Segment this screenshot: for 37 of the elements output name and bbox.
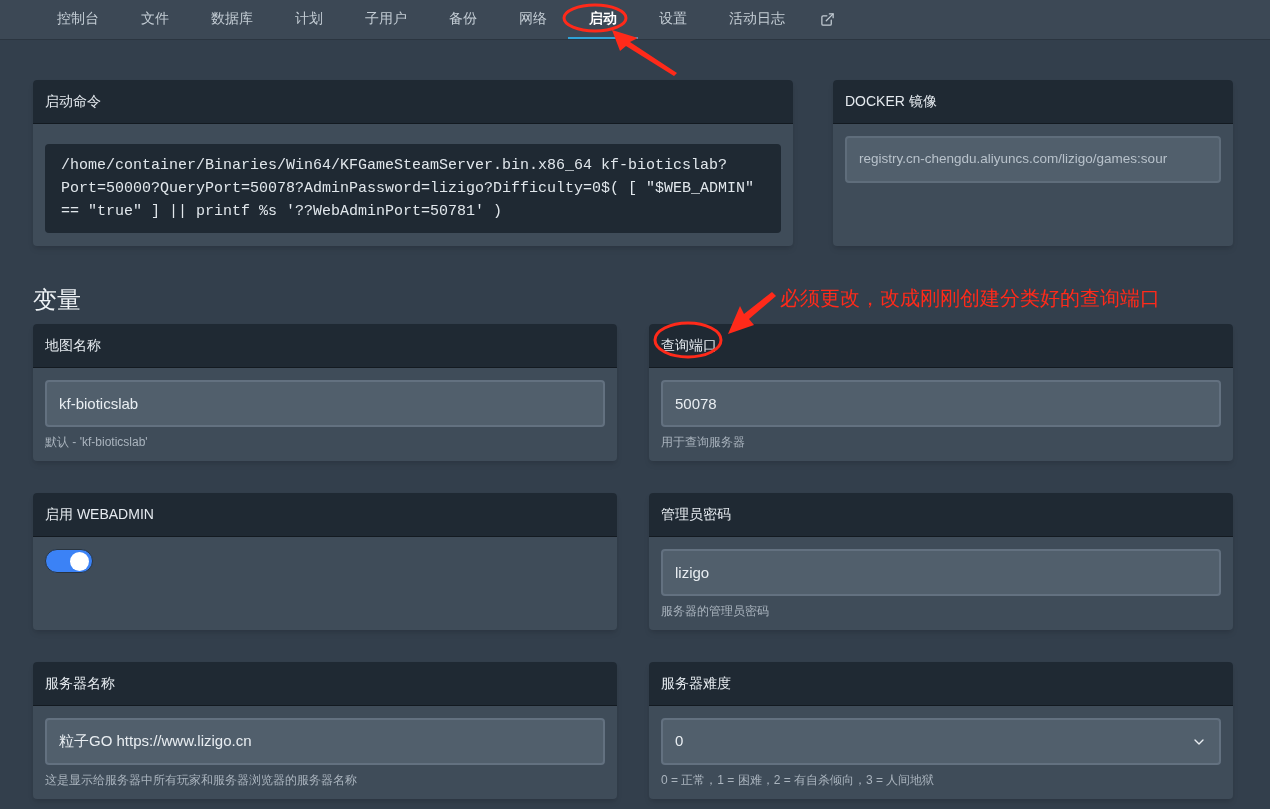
nav-tab[interactable]: 文件 — [120, 0, 190, 39]
help-text: 这是显示给服务器中所有玩家和服务器浏览器的服务器名称 — [45, 772, 358, 789]
annotation-ellipse — [653, 321, 723, 359]
annotation-arrow — [728, 292, 776, 334]
section-heading: 变量 — [33, 285, 81, 315]
annotation-text: 必须更改，改成刚刚创建分类好的查询端口 — [780, 286, 1160, 311]
help-text: 服务器的管理员密码 — [661, 603, 770, 620]
nav-tab[interactable]: 活动日志 — [708, 0, 806, 39]
help-text: 默认 - 'kf-bioticslab' — [45, 434, 149, 451]
card-title: DOCKER 镜像 — [845, 92, 937, 111]
card-title: 服务器名称 — [45, 674, 115, 693]
input-field[interactable]: lizigo — [661, 549, 1221, 596]
card-title: 启用 WEBADMIN — [45, 505, 154, 524]
card-title: 地图名称 — [45, 336, 101, 355]
nav-tab[interactable]: 备份 — [428, 0, 498, 39]
input-field[interactable]: kf-bioticslab — [45, 380, 605, 427]
nav-tab[interactable]: 网络 — [498, 0, 568, 39]
nav-tab[interactable]: 数据库 — [190, 0, 274, 39]
annotation-ellipse — [562, 3, 628, 33]
card-title: 启动命令 — [45, 92, 101, 111]
docker-image-field: registry.cn-chengdu.aliyuncs.com/lizigo/games:sour — [845, 136, 1221, 183]
nav-tab[interactable]: 设置 — [638, 0, 708, 39]
card-title: 服务器难度 — [661, 674, 731, 693]
input-field[interactable]: 50078 — [661, 380, 1221, 427]
nav-tab[interactable]: 控制台 — [36, 0, 120, 39]
nav-tab[interactable]: 计划 — [274, 0, 344, 39]
annotation-arrow — [612, 30, 677, 76]
external-link-icon[interactable] — [820, 12, 835, 27]
card-title: 管理员密码 — [661, 505, 731, 524]
help-text: 用于查询服务器 — [661, 434, 746, 451]
toggle-switch[interactable] — [45, 549, 93, 573]
input-field[interactable]: 粒子GO https://www.lizigo.cn — [45, 718, 605, 765]
card-title: 查询端口 — [661, 336, 717, 355]
command-code: /home/container/Binaries/Win64/KFGameSteamServer.bin.x86_64 kf-bioticslab? Port=50000?QueryPort=50078?AdminPassword=lizigo?Difficulty=0$( [ "$WEB_ADMIN" == "true" ] || printf %s '??WebAdminPort=50781' ) — [45, 144, 781, 233]
help-text: 0 = 正常，1 = 困难，2 = 有自杀倾向，3 = 人间地狱 — [661, 772, 936, 789]
select-field[interactable]: 0 — [661, 718, 1221, 765]
nav-tab[interactable]: 子用户 — [344, 0, 428, 39]
